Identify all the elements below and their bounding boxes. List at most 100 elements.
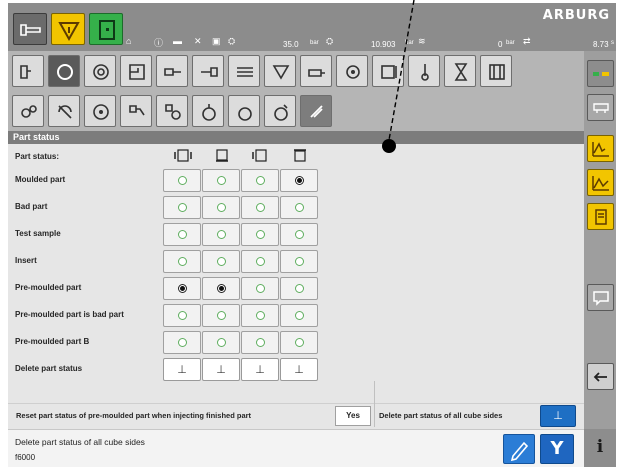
part-status-radio-cell[interactable] (241, 277, 279, 300)
network-button[interactable] (587, 94, 614, 121)
mould-button[interactable] (120, 55, 152, 87)
cycle-button[interactable] (48, 55, 80, 87)
thermometer-button[interactable] (408, 55, 440, 87)
document-button[interactable] (587, 203, 614, 230)
injection-button[interactable] (300, 55, 332, 87)
part-status-radio-cell[interactable] (202, 196, 240, 219)
part-status-radio-cell[interactable] (280, 250, 318, 273)
dosing-button[interactable] (84, 55, 116, 87)
part-status-radio-cell[interactable] (163, 277, 201, 300)
part-status-radio-cell[interactable] (202, 223, 240, 246)
pencil-icon (510, 441, 529, 462)
nozzle-button[interactable] (264, 55, 296, 87)
radio-selected (295, 176, 304, 185)
part-status-radio-cell[interactable] (241, 250, 279, 273)
auto-cycle-button[interactable] (264, 95, 296, 127)
machine-button[interactable] (13, 13, 47, 45)
radio-unselected (178, 176, 187, 185)
part-status-radio-cell[interactable] (202, 169, 240, 192)
hourglass-button[interactable] (444, 55, 476, 87)
part-status-radio-cell[interactable] (202, 277, 240, 300)
part-status-radio-cell[interactable] (280, 331, 318, 354)
message-icon (593, 291, 609, 306)
part-status-radio-cell[interactable] (241, 331, 279, 354)
part-status-radio-cell[interactable] (241, 304, 279, 327)
radio-unselected (217, 230, 226, 239)
thermometer-icon (421, 64, 429, 81)
part-status-radio-cell[interactable] (280, 223, 318, 246)
part-status-radio-cell[interactable] (241, 223, 279, 246)
robot-cycle-button[interactable] (120, 95, 152, 127)
warning-triangle-icon (58, 22, 80, 42)
process-graph-button[interactable] (587, 135, 614, 162)
start-cycle-button[interactable] (192, 95, 224, 127)
injection-icon (308, 69, 325, 77)
sensor-button[interactable] (12, 95, 44, 127)
delete-all-cube-sides-label: Delete part status of all cube sides (379, 411, 503, 420)
part-status-radio-cell[interactable] (280, 277, 318, 300)
stop-cycle-icon (238, 107, 252, 121)
part-status-radio-cell[interactable] (163, 304, 201, 327)
delete-status-icon: ⊥ (255, 364, 265, 376)
tolerance-graph-button[interactable] (587, 169, 614, 196)
part-status-radio-cell[interactable] (202, 250, 240, 273)
radio-unselected (178, 311, 187, 320)
part-status-icon (381, 65, 397, 79)
part-status-radio-cell[interactable] (280, 169, 318, 192)
part-status-panel: Part status Part status: Delete part sta… (8, 131, 584, 429)
ejector-button[interactable] (192, 55, 224, 87)
part-status-radio-cell[interactable] (163, 196, 201, 219)
temperature-button[interactable] (336, 55, 368, 87)
delete-status-button[interactable]: ⊥ (202, 358, 240, 381)
timer-cycle-icon (165, 104, 181, 120)
part-status-radio-cell[interactable] (241, 169, 279, 192)
reset-pre-moulded-select[interactable]: Yes (335, 406, 371, 426)
delete-status-button[interactable]: ⊥ (280, 358, 318, 381)
message-code: f6000 (15, 453, 36, 462)
timer-cycle-button[interactable] (156, 95, 188, 127)
delete-status-button[interactable]: ⊥ (241, 358, 279, 381)
part-status-button[interactable] (372, 55, 404, 87)
radio-unselected (256, 176, 265, 185)
part-status-radio-cell[interactable] (163, 223, 201, 246)
part-status-radio-cell[interactable] (241, 196, 279, 219)
radio-unselected (217, 338, 226, 347)
warning-button[interactable] (51, 13, 85, 45)
part-status-radio-cell[interactable] (163, 169, 201, 192)
gripper-icon: ✕ (194, 36, 202, 46)
radio-unselected (295, 230, 304, 239)
pressure-value: 35.0 (283, 40, 299, 49)
stop-cycle-button[interactable] (228, 95, 260, 127)
auto-cycle-icon (274, 104, 288, 121)
single-cycle-button[interactable] (84, 95, 116, 127)
no-cycle-button[interactable] (48, 95, 80, 127)
part-status-radio-cell[interactable] (163, 250, 201, 273)
delete-status-button[interactable]: ⊥ (163, 358, 201, 381)
part-status-radio-cell[interactable] (163, 331, 201, 354)
part-handling-button[interactable] (300, 95, 332, 127)
quality-button[interactable] (480, 55, 512, 87)
part-status-row-label: Pre-moulded part B (15, 337, 90, 346)
machine-overview-button[interactable] (12, 55, 44, 87)
cores-button[interactable] (228, 55, 260, 87)
back-button[interactable] (587, 363, 614, 390)
part-status-radio-cell[interactable] (280, 304, 318, 327)
part-handling-icon (310, 105, 323, 118)
part-status-radio-cell[interactable] (202, 331, 240, 354)
status-led-button[interactable] (587, 60, 614, 87)
divider (374, 381, 375, 427)
clamping-button[interactable] (156, 55, 188, 87)
part-status-radio-cell[interactable] (202, 304, 240, 327)
radio-unselected (295, 257, 304, 266)
edit-button[interactable] (503, 434, 535, 464)
info-button[interactable]: i (584, 429, 616, 467)
y-button[interactable]: Y (540, 434, 574, 464)
delete-all-cube-sides-button[interactable]: ⊥ (540, 405, 576, 427)
feed-unit: bar (506, 40, 515, 46)
part-status-radio-cell[interactable] (280, 196, 318, 219)
message-button[interactable] (587, 284, 614, 311)
robot-icon: ▬ (173, 36, 182, 46)
machine-icon (20, 24, 41, 36)
cube-side-3-icon (242, 149, 280, 163)
door-button[interactable] (89, 13, 123, 45)
